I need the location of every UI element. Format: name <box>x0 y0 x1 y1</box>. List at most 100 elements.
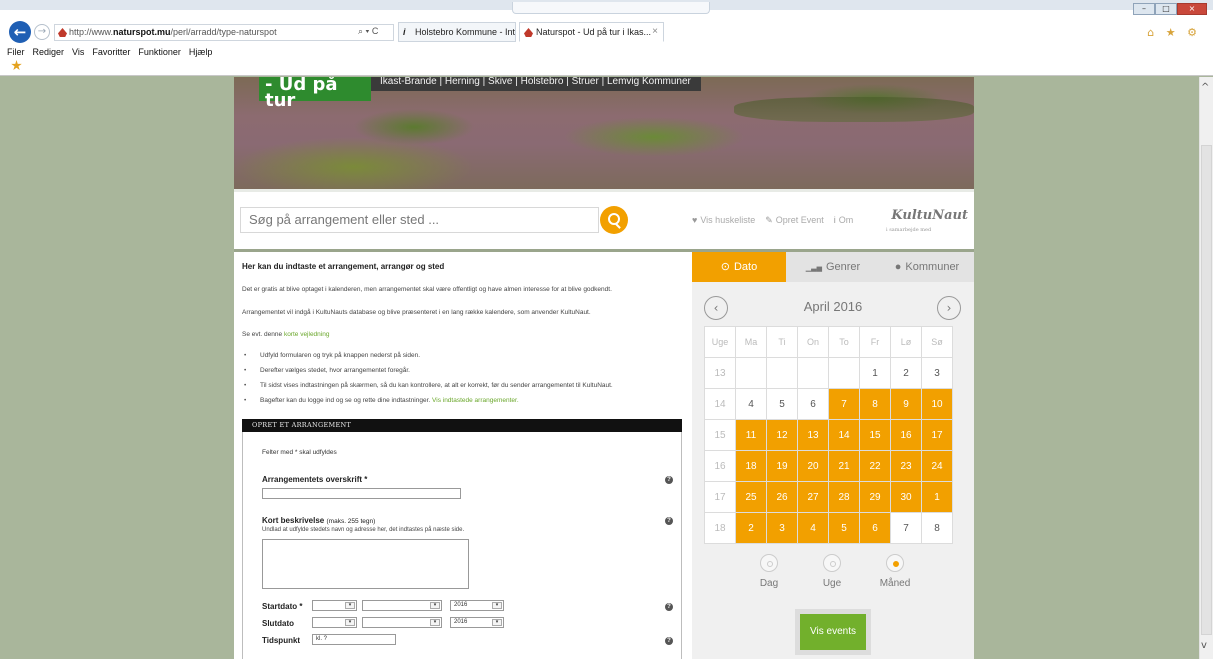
calendar-day[interactable]: 5 <box>766 388 798 420</box>
minimize-button[interactable]: – <box>1133 3 1155 15</box>
calendar-day[interactable]: 8 <box>921 512 953 544</box>
menu-item-favoritter[interactable]: Favoritter <box>92 47 130 57</box>
forward-arrow-icon[interactable]: → <box>34 24 50 40</box>
address-bar[interactable]: http://www.naturspot.mu/perl/arradd/type… <box>54 24 394 41</box>
search-refresh-icon[interactable]: ⌕ ▾ C <box>358 26 378 37</box>
tab-dato[interactable]: ⊙ Dato <box>692 252 786 282</box>
om-link[interactable]: i Om <box>834 215 854 226</box>
tab-close-icon[interactable]: × <box>652 23 658 41</box>
calendar-day[interactable]: 8 <box>859 388 891 420</box>
calendar-day[interactable]: 2 <box>890 357 922 389</box>
start-day-select[interactable]: ▾ <box>312 600 357 611</box>
calendar-day[interactable]: 7 <box>828 388 860 420</box>
opret-event-link[interactable]: ✎ Opret Event <box>765 215 824 226</box>
tab-genrer[interactable]: ▁▃▅ Genrer <box>786 252 880 282</box>
week-number: 13 <box>704 357 736 389</box>
calendar-day[interactable]: 5 <box>828 512 860 544</box>
calendar-day[interactable]: 11 <box>735 419 767 451</box>
scroll-up-icon[interactable]: ^ <box>1201 82 1209 93</box>
radio-button[interactable] <box>886 554 904 572</box>
calendar-day-header: To <box>828 326 860 358</box>
calendar-day[interactable]: 9 <box>890 388 922 420</box>
radio-button[interactable] <box>760 554 778 572</box>
vis-huskeliste-link[interactable]: ♥ Vis huskeliste <box>692 215 755 226</box>
end-year-select[interactable]: 2016 ▾ <box>450 617 504 628</box>
scroll-down-icon[interactable]: v <box>1201 640 1207 651</box>
close-window-button[interactable]: × <box>1177 3 1207 15</box>
description-hint: Undlad at udfylde stedets navn og adress… <box>262 527 465 533</box>
help-icon[interactable]: ? <box>665 603 673 611</box>
window-grip[interactable] <box>512 2 710 14</box>
menu-item-rediger[interactable]: Rediger <box>33 47 65 57</box>
calendar-day[interactable]: 12 <box>766 419 798 451</box>
calendar-day[interactable]: 6 <box>859 512 891 544</box>
calendar-day[interactable]: 21 <box>828 450 860 482</box>
calendar-day[interactable]: 14 <box>828 419 860 451</box>
calendar-day[interactable]: 19 <box>766 450 798 482</box>
maximize-button[interactable]: □ <box>1155 3 1177 15</box>
help-icon[interactable]: ? <box>665 517 673 525</box>
calendar-day[interactable]: 16 <box>890 419 922 451</box>
title-field[interactable] <box>262 488 461 499</box>
radio-button[interactable] <box>823 554 841 572</box>
menu-item-funktioner[interactable]: Funktioner <box>138 47 181 57</box>
menu-item-vis[interactable]: Vis <box>72 47 84 57</box>
calendar-day[interactable]: 30 <box>890 481 922 513</box>
search-input[interactable]: Søg på arrangement eller sted ... <box>240 207 599 233</box>
view-label: Måned <box>879 578 911 589</box>
calendar-day[interactable]: 29 <box>859 481 891 513</box>
end-day-select[interactable]: ▾ <box>312 617 357 628</box>
calendar-day[interactable]: 26 <box>766 481 798 513</box>
end-month-select[interactable]: ▾ <box>362 617 442 628</box>
intro-paragraph: Arrangementet vil indgå i KultuNauts dat… <box>242 309 591 316</box>
calendar-day[interactable]: 4 <box>797 512 829 544</box>
help-icon[interactable]: ? <box>665 476 673 484</box>
calendar-day[interactable]: 1 <box>859 357 891 389</box>
view-option-uge[interactable]: Uge <box>807 554 857 589</box>
calendar-day[interactable]: 3 <box>921 357 953 389</box>
home-star-gear-icons[interactable]: ⌂ ★ ⚙ <box>1147 26 1201 39</box>
calendar-day[interactable]: 10 <box>921 388 953 420</box>
calendar-day[interactable]: 20 <box>797 450 829 482</box>
calendar-day[interactable]: 28 <box>828 481 860 513</box>
calendar-day[interactable]: 18 <box>735 450 767 482</box>
calendar-day[interactable]: 6 <box>797 388 829 420</box>
calendar-day[interactable]: 27 <box>797 481 829 513</box>
tab-kommuner[interactable]: ● Kommuner <box>880 252 974 282</box>
month-title: April 2016 <box>803 299 863 314</box>
scrollbar-thumb[interactable] <box>1201 145 1212 635</box>
calendar-day[interactable]: 17 <box>921 419 953 451</box>
start-month-select[interactable]: ▾ <box>362 600 442 611</box>
chevron-down-icon: ▾ <box>430 619 440 626</box>
calendar-day[interactable]: 13 <box>797 419 829 451</box>
view-option-dag[interactable]: Dag <box>744 554 794 589</box>
favorites-star-icon[interactable] <box>11 60 22 71</box>
menu-item-filer[interactable]: Filer <box>7 47 25 57</box>
calendar-day[interactable]: 7 <box>890 512 922 544</box>
tab-holstebro[interactable]: i Holstebro Kommune - Intrano... <box>398 22 516 42</box>
site-logo[interactable]: - Ud på tur <box>259 77 371 110</box>
start-year-select[interactable]: 2016 ▾ <box>450 600 504 611</box>
vis-arrangementer-link[interactable]: Vis indtastede arrangementer. <box>432 397 519 404</box>
calendar-day[interactable]: 3 <box>766 512 798 544</box>
description-textarea[interactable] <box>262 539 469 589</box>
calendar-day[interactable]: 23 <box>890 450 922 482</box>
help-icon[interactable]: ? <box>665 637 673 645</box>
time-field[interactable]: kl. ? <box>312 634 396 645</box>
calendar-day[interactable]: 2 <box>735 512 767 544</box>
calendar-day[interactable]: 22 <box>859 450 891 482</box>
back-arrow-icon[interactable]: ← <box>9 21 31 43</box>
guide-link[interactable]: korte vejledning <box>284 331 330 338</box>
calendar-day[interactable]: 1 <box>921 481 953 513</box>
calendar-day[interactable]: 15 <box>859 419 891 451</box>
tab-naturspot[interactable]: Naturspot - Ud på tur i Ikas... × <box>519 22 664 42</box>
view-option-maaned[interactable]: Måned <box>870 554 920 589</box>
search-icon[interactable] <box>600 206 628 234</box>
menu-item-hjaelp[interactable]: Hjælp <box>189 47 213 57</box>
calendar-day[interactable]: 25 <box>735 481 767 513</box>
calendar-day[interactable]: 24 <box>921 450 953 482</box>
vis-events-button[interactable]: Vis events <box>800 614 866 650</box>
kultunaut-logo[interactable]: KultuNaut i samarbejde med <box>880 209 968 235</box>
calendar-day[interactable]: 4 <box>735 388 767 420</box>
next-month-button[interactable]: › <box>937 296 961 320</box>
